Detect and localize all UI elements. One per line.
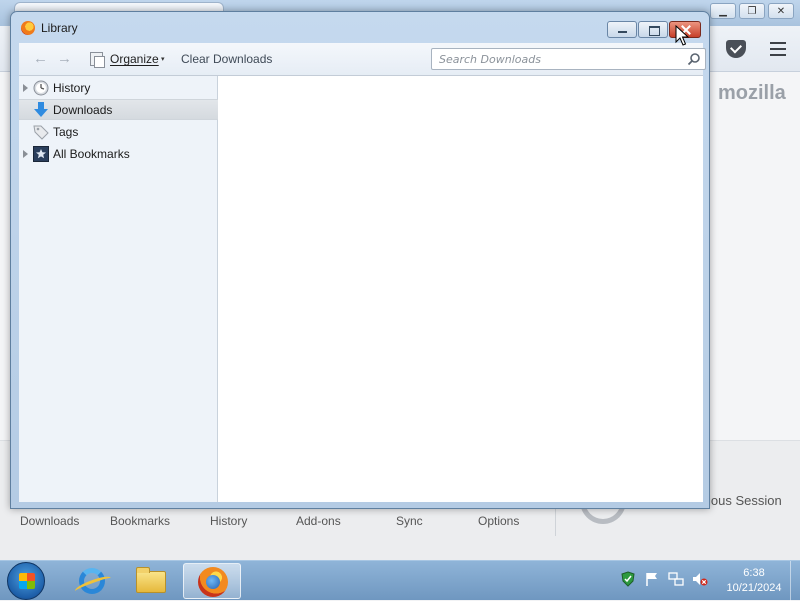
library-titlebar[interactable]: Library <box>11 12 709 42</box>
star-bookmarks-icon <box>33 146 49 162</box>
file-explorer-icon <box>136 567 166 593</box>
maximize-button[interactable] <box>638 21 668 38</box>
launcher-sync[interactable]: Sync <box>396 514 423 528</box>
volume-muted-icon[interactable] <box>692 571 708 587</box>
mouse-cursor-icon <box>675 25 690 46</box>
action-center-flag-icon[interactable] <box>644 571 660 587</box>
start-button[interactable] <box>7 562 45 600</box>
tree-item-all-bookmarks[interactable]: All Bookmarks <box>19 144 218 165</box>
tree-item-tags[interactable]: Tags <box>19 122 218 143</box>
expand-twisty-icon[interactable] <box>23 150 28 158</box>
launcher-downloads[interactable]: Downloads <box>20 514 79 528</box>
library-toolbar: ← → Organize ▾ Clear Downloads <box>19 43 706 76</box>
show-desktop-button[interactable] <box>790 561 800 601</box>
tag-icon <box>33 125 49 140</box>
system-tray <box>620 571 708 587</box>
restore-session-label[interactable]: ious Session <box>708 493 782 508</box>
launcher-addons[interactable]: Add-ons <box>296 514 341 528</box>
expand-twisty-icon[interactable] <box>23 84 28 92</box>
clear-downloads-button[interactable]: Clear Downloads <box>181 52 272 66</box>
taskbar-clock[interactable]: 6:38 10/21/2024 <box>718 566 790 596</box>
mozilla-logo-text: mozilla <box>718 82 786 104</box>
back-arrow-icon[interactable]: ← <box>33 51 48 66</box>
forward-arrow-icon[interactable]: → <box>57 51 72 66</box>
taskbar-firefox[interactable] <box>183 563 241 599</box>
launcher-bookmarks[interactable]: Bookmarks <box>110 514 170 528</box>
internet-explorer-icon <box>79 568 105 594</box>
library-window: Library ← → Organize ▾ Clear Downloads S… <box>10 11 710 509</box>
taskbar-file-explorer[interactable] <box>122 563 180 599</box>
search-downloads-input[interactable] <box>437 51 677 67</box>
taskbar-internet-explorer[interactable] <box>62 563 120 599</box>
firefox-logo-icon <box>21 21 35 35</box>
security-shield-icon[interactable] <box>620 571 636 587</box>
search-box[interactable] <box>431 48 706 70</box>
clock-time: 6:38 <box>743 567 765 579</box>
launcher-history[interactable]: History <box>210 514 247 528</box>
taskbar: 6:38 10/21/2024 <box>0 560 800 601</box>
organize-dropdown-arrow-icon[interactable]: ▾ <box>161 55 165 63</box>
background-window-controls: ▁ ❐ ✕ <box>710 3 794 19</box>
library-body: History Downloads Tags All Bookmarks <box>19 76 703 502</box>
downloads-list-pane[interactable] <box>219 76 703 502</box>
tree-item-history[interactable]: History <box>19 78 218 99</box>
hamburger-menu-icon[interactable] <box>770 42 786 56</box>
tree-label: All Bookmarks <box>53 147 130 161</box>
organize-menu-button[interactable]: Organize <box>110 52 159 66</box>
download-arrow-icon <box>34 102 48 117</box>
search-icon[interactable] <box>687 52 701 66</box>
tree-label: History <box>53 81 91 95</box>
background-minimize-button[interactable]: ▁ <box>710 3 736 19</box>
clock-icon <box>33 80 49 96</box>
tree-label: Downloads <box>53 103 113 117</box>
tree-item-downloads[interactable]: Downloads <box>19 99 218 120</box>
library-title: Library <box>41 21 78 35</box>
background-close-button[interactable]: ✕ <box>768 3 794 19</box>
library-sidebar-tree: History Downloads Tags All Bookmarks <box>19 76 218 502</box>
network-icon[interactable] <box>668 571 684 587</box>
launcher-options[interactable]: Options <box>478 514 519 528</box>
clock-date: 10/21/2024 <box>726 582 782 594</box>
minimize-button[interactable] <box>607 21 637 38</box>
organize-icon <box>90 52 105 68</box>
background-restore-button[interactable]: ❐ <box>739 3 765 19</box>
tree-label: Tags <box>53 125 79 139</box>
firefox-icon <box>198 567 228 597</box>
